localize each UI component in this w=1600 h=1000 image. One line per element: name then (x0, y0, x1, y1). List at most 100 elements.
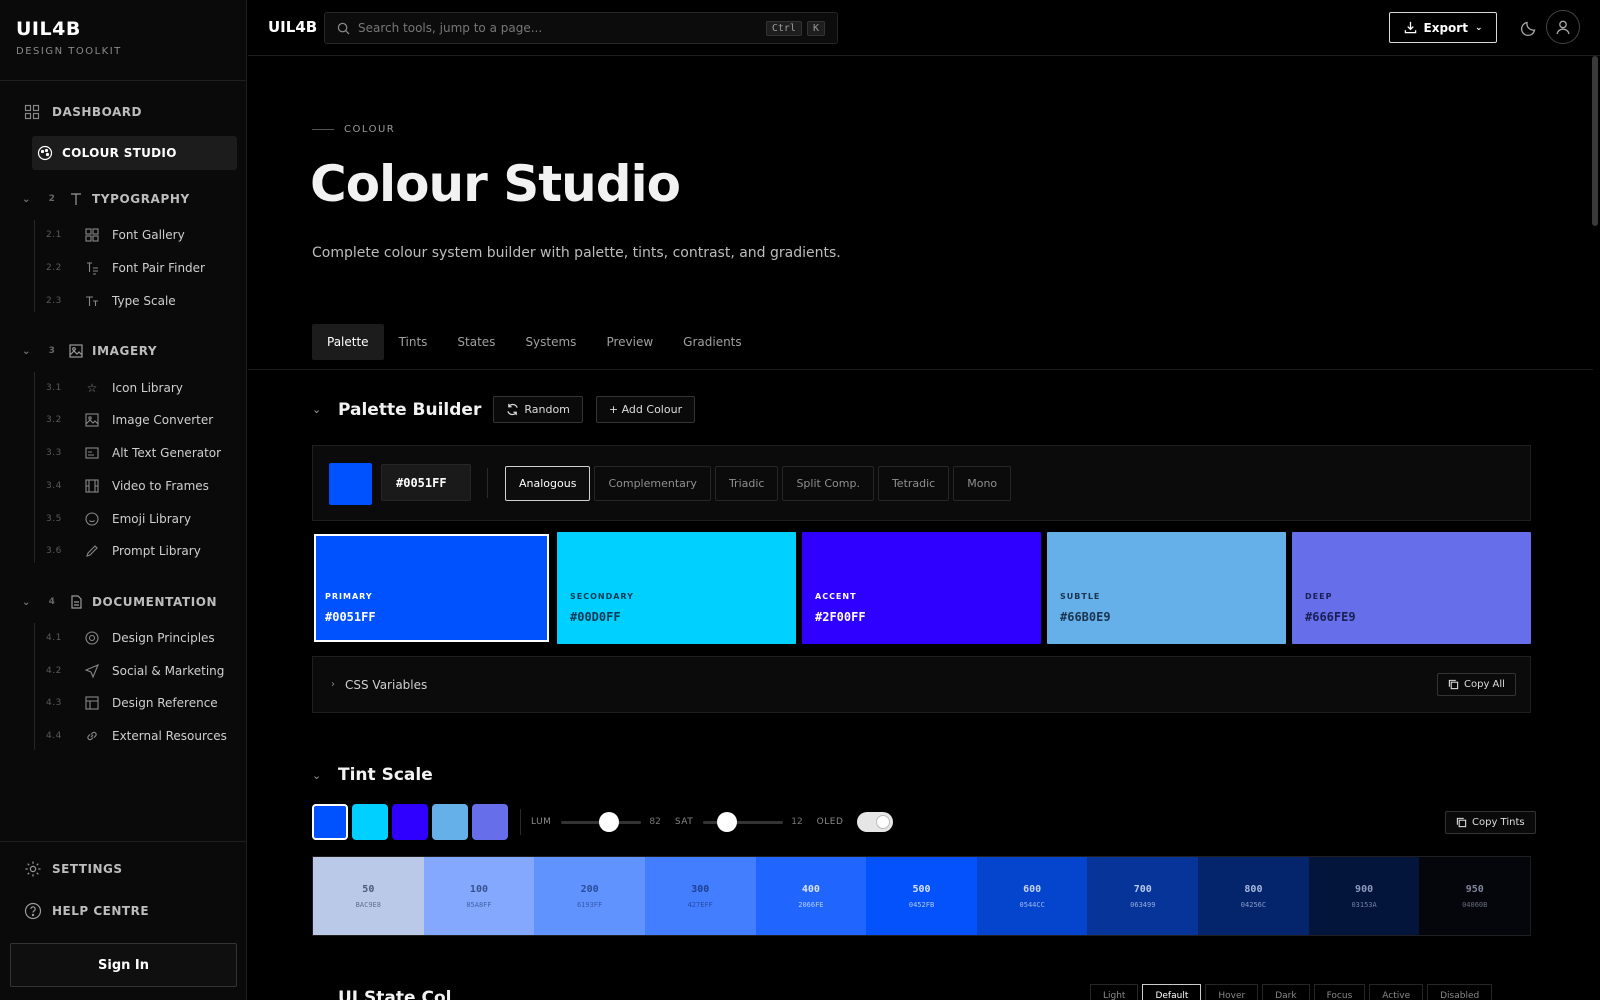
palette-swatch-accent[interactable]: ACCENT #2F00FF (802, 532, 1041, 644)
sidebar-item-emoji-library[interactable]: 3.5 Emoji Library (46, 509, 191, 529)
tint-source-swatch[interactable] (472, 804, 508, 840)
lum-slider[interactable] (561, 811, 642, 832)
sidebar-item-icon-library[interactable]: 3.1 ☆ Icon Library (46, 378, 183, 398)
slider-thumb[interactable] (717, 811, 738, 832)
tint-source-swatch[interactable] (352, 804, 388, 840)
tab-states[interactable]: States (442, 324, 510, 360)
sidebar-item-dashboard[interactable]: DASHBOARD (24, 103, 142, 121)
item-label: Font Gallery (112, 228, 185, 242)
section-number: 2 (48, 194, 56, 204)
palette-swatch-deep[interactable]: DEEP #666FE9 (1292, 532, 1531, 644)
random-button[interactable]: Random (493, 396, 583, 423)
sidebar-item-help[interactable]: HELP CENTRE (24, 901, 149, 921)
chevron-down-icon[interactable]: ⌄ (312, 769, 328, 782)
tint-hex: 04256C (1240, 900, 1267, 909)
tab-palette[interactable]: Palette (312, 324, 384, 360)
item-number: 4.2 (46, 666, 62, 676)
tint-swatch[interactable]: 400 2066FE (755, 857, 867, 935)
tint-swatch[interactable]: 950 04060B (1419, 857, 1531, 935)
sat-slider[interactable] (703, 811, 784, 832)
ui-state-tab[interactable]: Default (1142, 984, 1202, 1000)
tint-source-swatch[interactable] (312, 804, 348, 840)
swatch-hex: #666FE9 (1305, 610, 1356, 624)
sidebar-section-documentation[interactable]: ⌄ 4 DOCUMENTATION (22, 592, 217, 612)
sign-in-button[interactable]: Sign In (10, 943, 237, 987)
item-label: Prompt Library (112, 544, 201, 558)
tint-swatch[interactable]: 300 427EFF (644, 857, 756, 935)
chevron-down-icon: ⌄ (22, 596, 31, 608)
harmony-analogous[interactable]: Analogous (505, 466, 591, 501)
slider-thumb[interactable] (599, 811, 620, 832)
ui-state-tab[interactable]: Active (1369, 984, 1424, 1000)
search-bar[interactable]: Search tools, jump to a page... Ctrl K (324, 12, 838, 44)
swatch-hex: #00D0FF (570, 610, 621, 624)
sidebar-item-video-to-frames[interactable]: 3.4 Video to Frames (46, 476, 209, 496)
ui-state-tab[interactable]: Disabled (1427, 984, 1493, 1000)
sidebar-item-prompt-library[interactable]: 3.6 Prompt Library (46, 541, 201, 561)
sidebar-item-font-gallery[interactable]: 2.1 Font Gallery (46, 225, 185, 245)
sidebar-section-typography[interactable]: ⌄ 2 TYPOGRAPHY (22, 189, 190, 209)
search-input[interactable]: Search tools, jump to a page... (358, 21, 761, 35)
tint-level: 500 (912, 883, 931, 895)
sidebar-section-imagery[interactable]: ⌄ 3 IMAGERY (22, 341, 157, 361)
sidebar-item-external-resources[interactable]: 4.4 External Resources (46, 726, 227, 746)
chevron-down-icon[interactable]: ⌄ (312, 403, 328, 416)
palette-swatch-secondary[interactable]: SECONDARY #00D0FF (557, 532, 796, 644)
sidebar-item-design-reference[interactable]: 4.3 Design Reference (46, 693, 218, 713)
tab-preview[interactable]: Preview (591, 324, 668, 360)
item-number: 3.6 (46, 546, 62, 556)
tint-hex: 85A8FF (466, 900, 492, 909)
tint-source-swatch[interactable] (432, 804, 468, 840)
ui-state-tab[interactable]: Dark (1262, 984, 1310, 1000)
harmony-split-comp[interactable]: Split Comp. (782, 466, 874, 501)
export-button[interactable]: Export ⌄ (1389, 12, 1497, 43)
sidebar-item-type-scale[interactable]: 2.3 Type Scale (46, 291, 176, 311)
harmony-mono[interactable]: Mono (953, 466, 1012, 501)
sidebar-item-font-pair-finder[interactable]: 2.2 Font Pair Finder (46, 258, 205, 278)
section-title: Tint Scale (338, 765, 433, 785)
add-colour-button[interactable]: + Add Colour (595, 396, 696, 423)
tint-swatch[interactable]: 100 85A8FF (423, 857, 535, 935)
harmony-triadic[interactable]: Triadic (714, 466, 779, 501)
tab-tints[interactable]: Tints (384, 324, 443, 360)
section-number: 4 (48, 597, 56, 607)
harmony-tetradic[interactable]: Tetradic (877, 466, 950, 501)
palette-swatch-primary[interactable]: PRIMARY #0051FF (312, 532, 551, 644)
tint-swatch[interactable]: 900 03153A (1308, 857, 1420, 935)
copy-all-button[interactable]: Copy All (1437, 673, 1516, 696)
harmony-complementary[interactable]: Complementary (594, 466, 711, 501)
tint-swatch[interactable]: 50 BAC9E8 (313, 857, 424, 935)
tint-swatch[interactable]: 600 0544CC (976, 857, 1088, 935)
tint-swatch[interactable]: 500 0452FB (866, 857, 977, 935)
scrollbar-thumb[interactable] (1592, 56, 1598, 226)
sidebar-item-settings[interactable]: SETTINGS (24, 859, 123, 879)
topbar-logo[interactable]: UIL4B (268, 18, 317, 36)
base-colour-swatch[interactable] (329, 463, 372, 505)
sidebar-item-social-marketing[interactable]: 4.2 Social & Marketing (46, 661, 224, 681)
base-hex-input[interactable]: #0051FF (381, 464, 471, 501)
sidebar-item-alt-text-generator[interactable]: 3.3 Alt Text Generator (46, 443, 221, 463)
tint-swatch[interactable]: 800 04256C (1198, 857, 1309, 935)
tint-swatch[interactable]: 700 063499 (1087, 857, 1199, 935)
sidebar-item-image-converter[interactable]: 3.2 Image Converter (46, 410, 213, 430)
moon-icon[interactable] (1520, 19, 1538, 37)
brand[interactable]: UIL4B DESIGN TOOLKIT (0, 0, 246, 81)
ui-state-tab[interactable]: Hover (1205, 984, 1259, 1000)
ui-state-tab[interactable]: Focus (1313, 984, 1366, 1000)
tab-gradients[interactable]: Gradients (668, 324, 756, 360)
tint-hex: 0452FB (908, 900, 935, 909)
oled-toggle[interactable] (857, 812, 894, 832)
avatar[interactable] (1546, 10, 1580, 44)
sidebar-item-colour-studio[interactable]: COLOUR STUDIO (32, 136, 237, 170)
tint-level: 300 (691, 883, 710, 895)
palette-swatch-subtle[interactable]: SUBTLE #66B0E9 (1047, 532, 1286, 644)
tint-swatch[interactable]: 200 6193FF (534, 857, 645, 935)
help-icon (24, 902, 42, 920)
tab-systems[interactable]: Systems (510, 324, 591, 360)
tint-source-swatch[interactable] (392, 804, 428, 840)
sidebar-item-design-principles[interactable]: 4.1 Design Principles (46, 628, 215, 648)
css-variables-panel[interactable]: › CSS Variables (312, 656, 1531, 713)
tint-level: 50 (362, 883, 375, 895)
copy-tints-button[interactable]: Copy Tints (1445, 811, 1536, 834)
ui-state-tab[interactable]: Light (1090, 984, 1139, 1000)
